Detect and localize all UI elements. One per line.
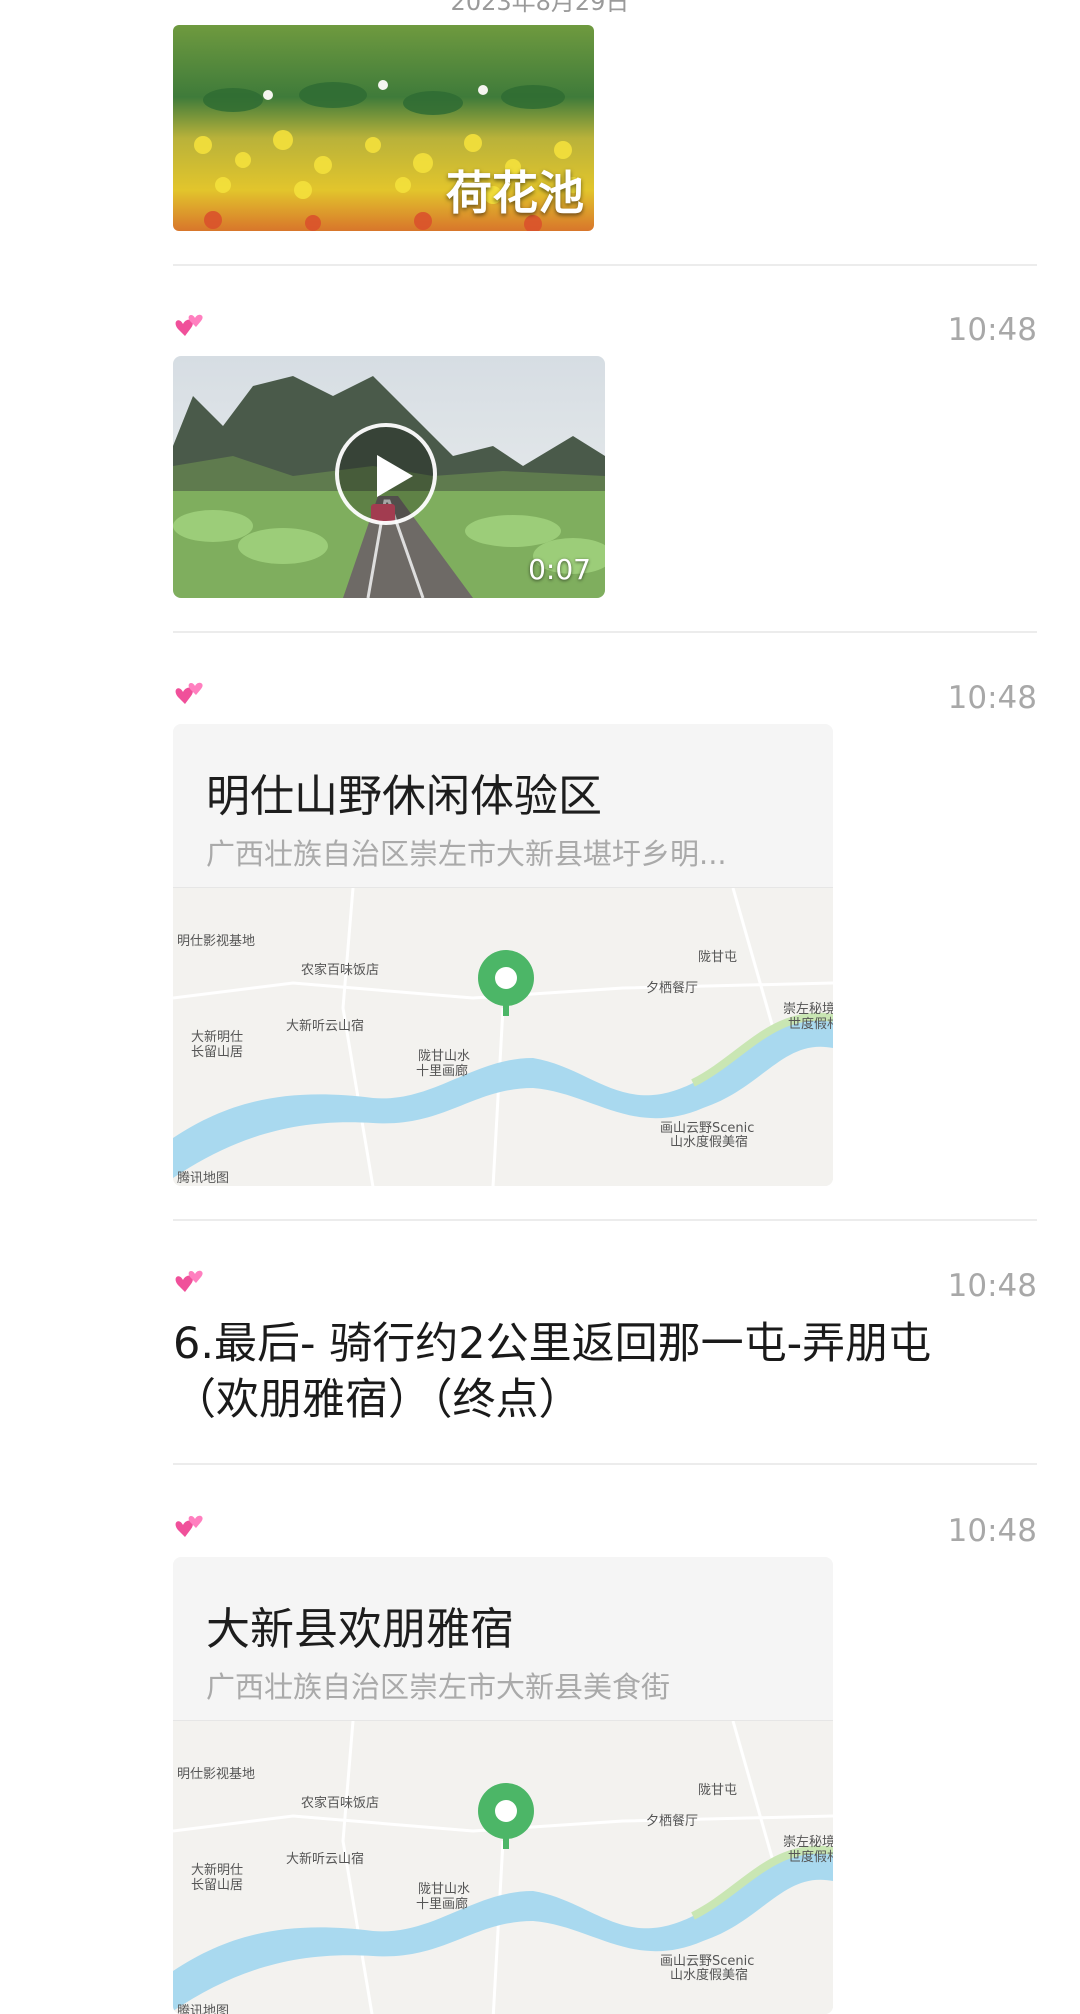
message-divider	[173, 1463, 1037, 1465]
map-label: 长留山居	[191, 1878, 243, 1893]
message-divider	[173, 631, 1037, 633]
map-label: 世度假村	[788, 1016, 833, 1032]
map-label: 世度假村	[788, 1849, 833, 1865]
date-header: 2023年8月29日	[450, 0, 630, 16]
map-label: 夕栖餐厅	[646, 980, 698, 996]
lotus-pond-image[interactable]: 荷花池	[173, 25, 594, 231]
message-time: 10:48	[947, 1513, 1037, 1549]
map-label: 明仕影视基地	[177, 1767, 255, 1782]
map-label: 明仕影视基地	[177, 934, 255, 949]
heart-avatar-icon[interactable]	[173, 1268, 207, 1298]
message-time: 10:48	[947, 1268, 1037, 1304]
map-label: 农家百味饭店	[301, 962, 379, 978]
map-label: 大新明仕	[191, 1029, 243, 1045]
message-time: 10:48	[947, 680, 1037, 716]
message-time: 10:48	[947, 312, 1037, 348]
message-divider	[173, 264, 1037, 266]
video-message[interactable]: 0:07	[173, 356, 605, 598]
map-label: 农家百味饭店	[301, 1795, 379, 1811]
map-label: 崇左秘境	[783, 1002, 833, 1017]
map-label: 陇甘屯	[698, 1783, 737, 1798]
heart-avatar-icon[interactable]	[173, 1513, 207, 1543]
message-divider	[173, 1219, 1037, 1221]
map-label: 大新听云山宿	[286, 1018, 364, 1034]
map-label: 夕栖餐厅	[646, 1813, 698, 1829]
location-map: 明仕影视基地 农家百味饭店 陇甘屯 夕栖餐厅 崇左秘境 世度假村 大新明仕 长留…	[173, 1720, 833, 2014]
map-label: 十里画廊	[416, 1063, 468, 1079]
image-caption: 荷花池	[446, 166, 584, 220]
location-title: 大新县欢朋雅宿	[206, 1604, 514, 1655]
map-label: 大新明仕	[191, 1862, 243, 1878]
location-map: 明仕影视基地 农家百味饭店 陇甘屯 夕栖餐厅 崇左秘境 世度假村 大新明仕 长留…	[173, 887, 833, 1186]
map-label: 画山云野Scenic	[660, 1954, 754, 1969]
location-address: 广西壮族自治区崇左市大新县堪圩乡明...	[206, 837, 727, 871]
video-duration: 0:07	[528, 553, 591, 586]
map-source: 腾讯地图	[177, 1170, 229, 1186]
map-label: 山水度假美宿	[670, 1967, 748, 1983]
map-label: 山水度假美宿	[670, 1134, 748, 1150]
play-icon[interactable]	[335, 423, 437, 525]
map-label: 十里画廊	[416, 1896, 468, 1912]
map-label: 大新听云山宿	[286, 1851, 364, 1867]
map-label: 陇甘山水	[418, 1049, 470, 1064]
map-label: 陇甘山水	[418, 1882, 470, 1897]
location-card[interactable]: 明仕山野休闲体验区 广西壮族自治区崇左市大新县堪圩乡明... 明仕影视基地 农家…	[173, 724, 833, 1186]
text-message[interactable]: 6.最后- 骑行约2公里返回那一屯-弄朋屯（欢朋雅宿）（终点）	[173, 1316, 1013, 1428]
heart-avatar-icon[interactable]	[173, 312, 207, 342]
map-label: 陇甘屯	[698, 950, 737, 965]
location-title: 明仕山野休闲体验区	[206, 771, 602, 822]
map-label: 长留山居	[191, 1045, 243, 1060]
map-label: 画山云野Scenic	[660, 1121, 754, 1136]
location-address: 广西壮族自治区崇左市大新县美食街	[206, 1670, 671, 1704]
map-source: 腾讯地图	[177, 2003, 229, 2014]
heart-avatar-icon[interactable]	[173, 680, 207, 710]
map-label: 崇左秘境	[783, 1835, 833, 1850]
location-card[interactable]: 大新县欢朋雅宿 广西壮族自治区崇左市大新县美食街 明仕影视基地 农家百味饭店 陇…	[173, 1557, 833, 2014]
